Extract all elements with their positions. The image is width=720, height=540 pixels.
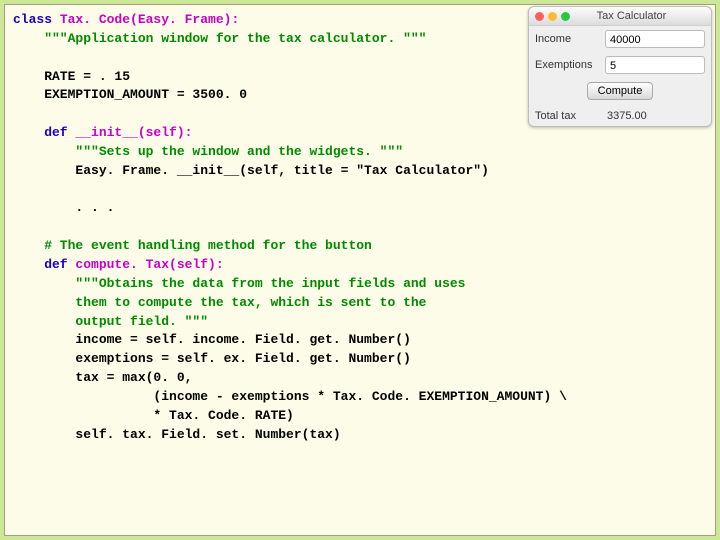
class-name: Tax. Code(Easy. Frame): [60,12,239,27]
stmt-set: self. tax. Field. set. Number(tax) [13,427,341,442]
row-income: Income 40000 [529,26,711,52]
close-icon[interactable] [535,12,544,21]
exemptions-field[interactable]: 5 [605,56,705,74]
total-output: 3375.00 [605,110,647,122]
kw-def-compute: def [13,257,75,272]
def-compute: compute. Tax(self): [75,257,223,272]
docstring-compute-2: them to compute the tax, which is sent t… [13,295,426,310]
docstring-init: """Sets up the window and the widgets. "… [13,144,403,159]
stmt-income: income = self. income. Field. get. Numbe… [13,332,411,347]
init-body: Easy. Frame. __init__(self, title = "Tax… [13,163,489,178]
ellipsis: . . . [13,200,114,215]
compute-button[interactable]: Compute [587,82,654,100]
minimize-icon[interactable] [548,12,557,21]
kw-class: class [13,12,60,27]
docstring-compute-3: output field. """ [13,314,208,329]
stmt-exemptions: exemptions = self. ex. Field. get. Numbe… [13,351,411,366]
app-window: Tax Calculator Income 40000 Exemptions 5… [528,6,712,127]
def-init: __init__(self): [75,125,192,140]
titlebar: Tax Calculator [529,7,711,26]
income-field[interactable]: 40000 [605,30,705,48]
stmt-tax-2: (income - exemptions * Tax. Code. EXEMPT… [13,389,567,404]
comment-event: # The event handling method for the butt… [13,238,372,253]
const-exemption: EXEMPTION_AMOUNT = 3500. 0 [13,87,247,102]
income-label: Income [535,33,599,45]
button-bar: Compute [529,78,711,106]
stmt-tax-1: tax = max(0. 0, [13,370,192,385]
exemptions-label: Exemptions [535,59,599,71]
docstring-compute-1: """Obtains the data from the input field… [13,276,465,291]
row-exemptions: Exemptions 5 [529,52,711,78]
const-rate: RATE = . 15 [13,69,130,84]
window-title: Tax Calculator [558,10,705,22]
kw-def-init: def [13,125,75,140]
stmt-tax-3: * Tax. Code. RATE) [13,408,294,423]
total-label: Total tax [535,110,599,122]
row-total: Total tax 3375.00 [529,106,711,126]
docstring-class: """Application window for the tax calcul… [13,31,426,46]
